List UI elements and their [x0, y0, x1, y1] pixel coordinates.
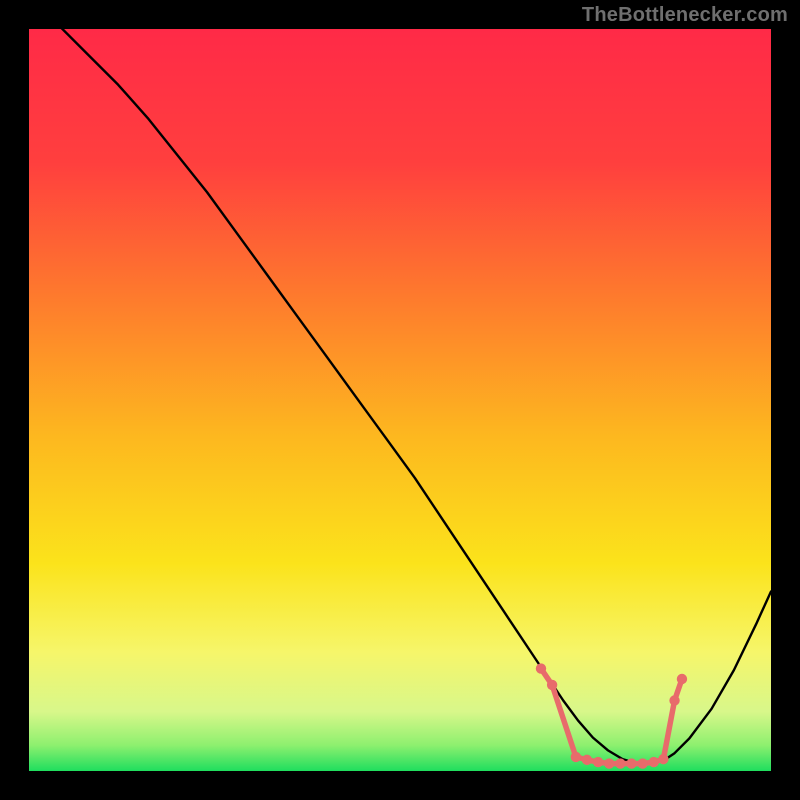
marker-dot: [649, 757, 659, 767]
marker-dot: [547, 680, 557, 690]
marker-dot: [677, 674, 687, 684]
marker-dot: [637, 758, 647, 768]
gradient-background: [29, 29, 771, 771]
chart-svg: [29, 29, 771, 771]
marker-dot: [536, 663, 546, 673]
marker-dot: [658, 754, 668, 764]
marker-dot: [582, 755, 592, 765]
plot-area: [29, 29, 771, 771]
marker-dot: [626, 758, 636, 768]
marker-dot: [571, 752, 581, 762]
chart-stage: TheBottlenecker.com: [0, 0, 800, 800]
marker-dot: [615, 758, 625, 768]
marker-dot: [669, 695, 679, 705]
watermark-text: TheBottlenecker.com: [582, 4, 788, 27]
marker-dot: [593, 757, 603, 767]
marker-dot: [604, 758, 614, 768]
